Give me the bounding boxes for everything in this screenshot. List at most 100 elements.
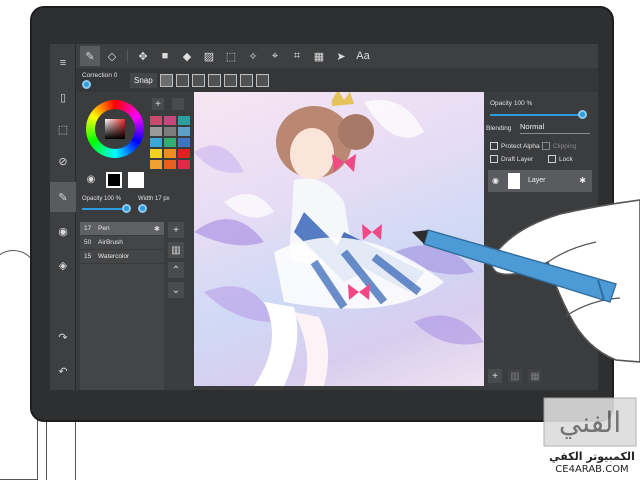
layer-name: Layer (528, 177, 546, 184)
delete-brush-icon[interactable]: ▥ (168, 242, 184, 258)
blending-select[interactable]: Normal (520, 122, 590, 134)
gear-icon[interactable]: ✱ (154, 225, 164, 233)
select-eraser-tool-icon[interactable]: ⌗ (287, 46, 307, 66)
brush-name: Pen (98, 225, 110, 232)
protect-alpha-label: Protect Alpha (501, 143, 540, 150)
brush-size: 17 (84, 225, 92, 232)
snap-button[interactable]: Snap (130, 72, 157, 88)
brush-size: 15 (84, 253, 92, 260)
color-swatch[interactable] (178, 149, 190, 158)
color-swatch[interactable] (164, 127, 176, 136)
snap-perspective-icon[interactable] (255, 73, 269, 87)
palette-icon[interactable]: ◉ (84, 174, 98, 188)
gear-icon[interactable]: ✱ (579, 176, 586, 185)
move-up-icon[interactable]: ⌃ (168, 262, 184, 278)
clipping-label: Clipping (553, 143, 577, 150)
color-swatch[interactable] (164, 138, 176, 147)
face-shape (290, 128, 334, 180)
snap-circle-icon[interactable] (239, 73, 253, 87)
hair-bun (338, 114, 374, 150)
eye-icon[interactable]: ◉ (492, 176, 499, 185)
draft-layer-checkbox[interactable] (490, 155, 498, 163)
color-swatch[interactable] (150, 149, 162, 158)
brush-sliders: Opacity 100 % Width 17 px (82, 196, 186, 216)
snap-radial-icon[interactable] (223, 73, 237, 87)
fill-tool-icon[interactable]: ◆ (177, 46, 197, 66)
eraser-tool-icon[interactable]: ◇ (102, 46, 122, 66)
add-layer-button[interactable]: + (488, 369, 502, 383)
color-swatch[interactable] (164, 160, 176, 169)
anime-illustration (194, 92, 484, 386)
select-icon[interactable]: ⬚ (50, 114, 76, 144)
brush-item[interactable]: 15 Watercolor (80, 250, 164, 264)
color-swatch[interactable] (178, 127, 190, 136)
magic-wand-tool-icon[interactable]: ✧ (243, 46, 263, 66)
snap-cross-icon[interactable] (207, 73, 221, 87)
leaf-shape (194, 219, 264, 246)
layer-opacity-knob[interactable] (578, 110, 587, 119)
sub-toolbar: Correction 0 Snap (76, 68, 598, 92)
clipping-checkbox[interactable] (542, 142, 550, 150)
add-brush-button[interactable]: + (168, 222, 184, 238)
app-screen: ≡ ▯ ⬚ ⊘ ✎ ◉ ◈ ↷ ↶ ✎ ◇ ✥ ■ ◆ ▨ ⬚ ✧ ⌖ ⌗ ▦ … (50, 44, 598, 390)
color-swatch[interactable] (150, 160, 162, 169)
rectangle-tool-icon[interactable]: ■ (155, 46, 175, 66)
brush-list: 17 Pen ✱ 50 AirBrush 15 Watercolor (80, 222, 164, 390)
brush-opacity-label: Opacity 100 % (82, 196, 122, 202)
color-palette-icon[interactable]: ◉ (50, 216, 76, 246)
color-swatch[interactable] (178, 116, 190, 125)
operation-tool-icon[interactable]: ➤ (331, 46, 351, 66)
left-sidebar: ≡ ▯ ⬚ ⊘ ✎ ◉ ◈ ↷ ↶ (50, 44, 76, 390)
new-document-icon[interactable]: ▯ (50, 82, 76, 112)
correction-control[interactable]: Correction 0 (76, 68, 126, 92)
menu-icon[interactable]: ≡ (50, 48, 76, 78)
color-swatch[interactable] (178, 138, 190, 147)
select-pen-tool-icon[interactable]: ⌖ (265, 46, 285, 66)
clear-icon[interactable]: ⊘ (50, 146, 76, 176)
brush-item[interactable]: 17 Pen ✱ (80, 222, 164, 236)
brush-icon[interactable]: ✎ (50, 182, 76, 212)
undo-icon[interactable]: ↶ (50, 356, 76, 386)
correction-slider-knob[interactable] (82, 80, 91, 89)
protect-alpha-checkbox[interactable] (490, 142, 498, 150)
color-swatch[interactable] (150, 127, 162, 136)
lock-checkbox[interactable] (548, 155, 556, 163)
layer-opacity-track[interactable] (490, 114, 582, 116)
leaf-shape (414, 315, 484, 345)
layer-row[interactable]: ◉ Layer ✱ (488, 170, 592, 192)
brush-opacity-knob[interactable] (122, 204, 131, 213)
delete-layer-icon[interactable]: ▥ (508, 369, 522, 383)
move-down-icon[interactable]: ⌄ (168, 282, 184, 298)
redo-icon[interactable]: ↷ (50, 322, 76, 352)
gradient-tool-icon[interactable]: ▨ (199, 46, 219, 66)
layer-menu-icon[interactable]: ▦ (528, 369, 542, 383)
watermark-logo: الفني (543, 397, 637, 447)
color-saturation-square[interactable] (105, 119, 125, 139)
pen-tool-icon[interactable]: ✎ (80, 46, 100, 66)
add-swatch-button[interactable]: + (152, 98, 164, 110)
color-swatch[interactable] (150, 138, 162, 147)
brush-width-knob[interactable] (138, 204, 147, 213)
color-swatch[interactable] (150, 116, 162, 125)
color-swatch[interactable] (178, 160, 190, 169)
color-swatch[interactable] (164, 149, 176, 158)
text-tool-icon[interactable]: Aa (353, 46, 373, 66)
brush-item[interactable]: 50 AirBrush (80, 236, 164, 250)
petal-shape (224, 194, 274, 218)
brush-name: AirBrush (98, 239, 123, 246)
snap-grid-icon[interactable] (191, 73, 205, 87)
brush-opacity-track[interactable] (82, 208, 126, 210)
select-rect-tool-icon[interactable]: ⬚ (221, 46, 241, 66)
sub-color-swatch[interactable] (128, 172, 144, 188)
main-color-swatch[interactable] (106, 172, 122, 188)
color-swatch[interactable] (164, 116, 176, 125)
move-tool-icon[interactable]: ✥ (133, 46, 153, 66)
snap-off-icon[interactable] (159, 73, 173, 87)
crown-shape (332, 92, 354, 106)
drawing-canvas[interactable] (194, 92, 484, 386)
layers-icon[interactable]: ◈ (50, 250, 76, 280)
delete-swatch-button[interactable] (172, 98, 184, 110)
snap-parallel-icon[interactable] (175, 73, 189, 87)
frame-divider-tool-icon[interactable]: ▦ (309, 46, 329, 66)
color-wheel[interactable] (86, 100, 144, 158)
